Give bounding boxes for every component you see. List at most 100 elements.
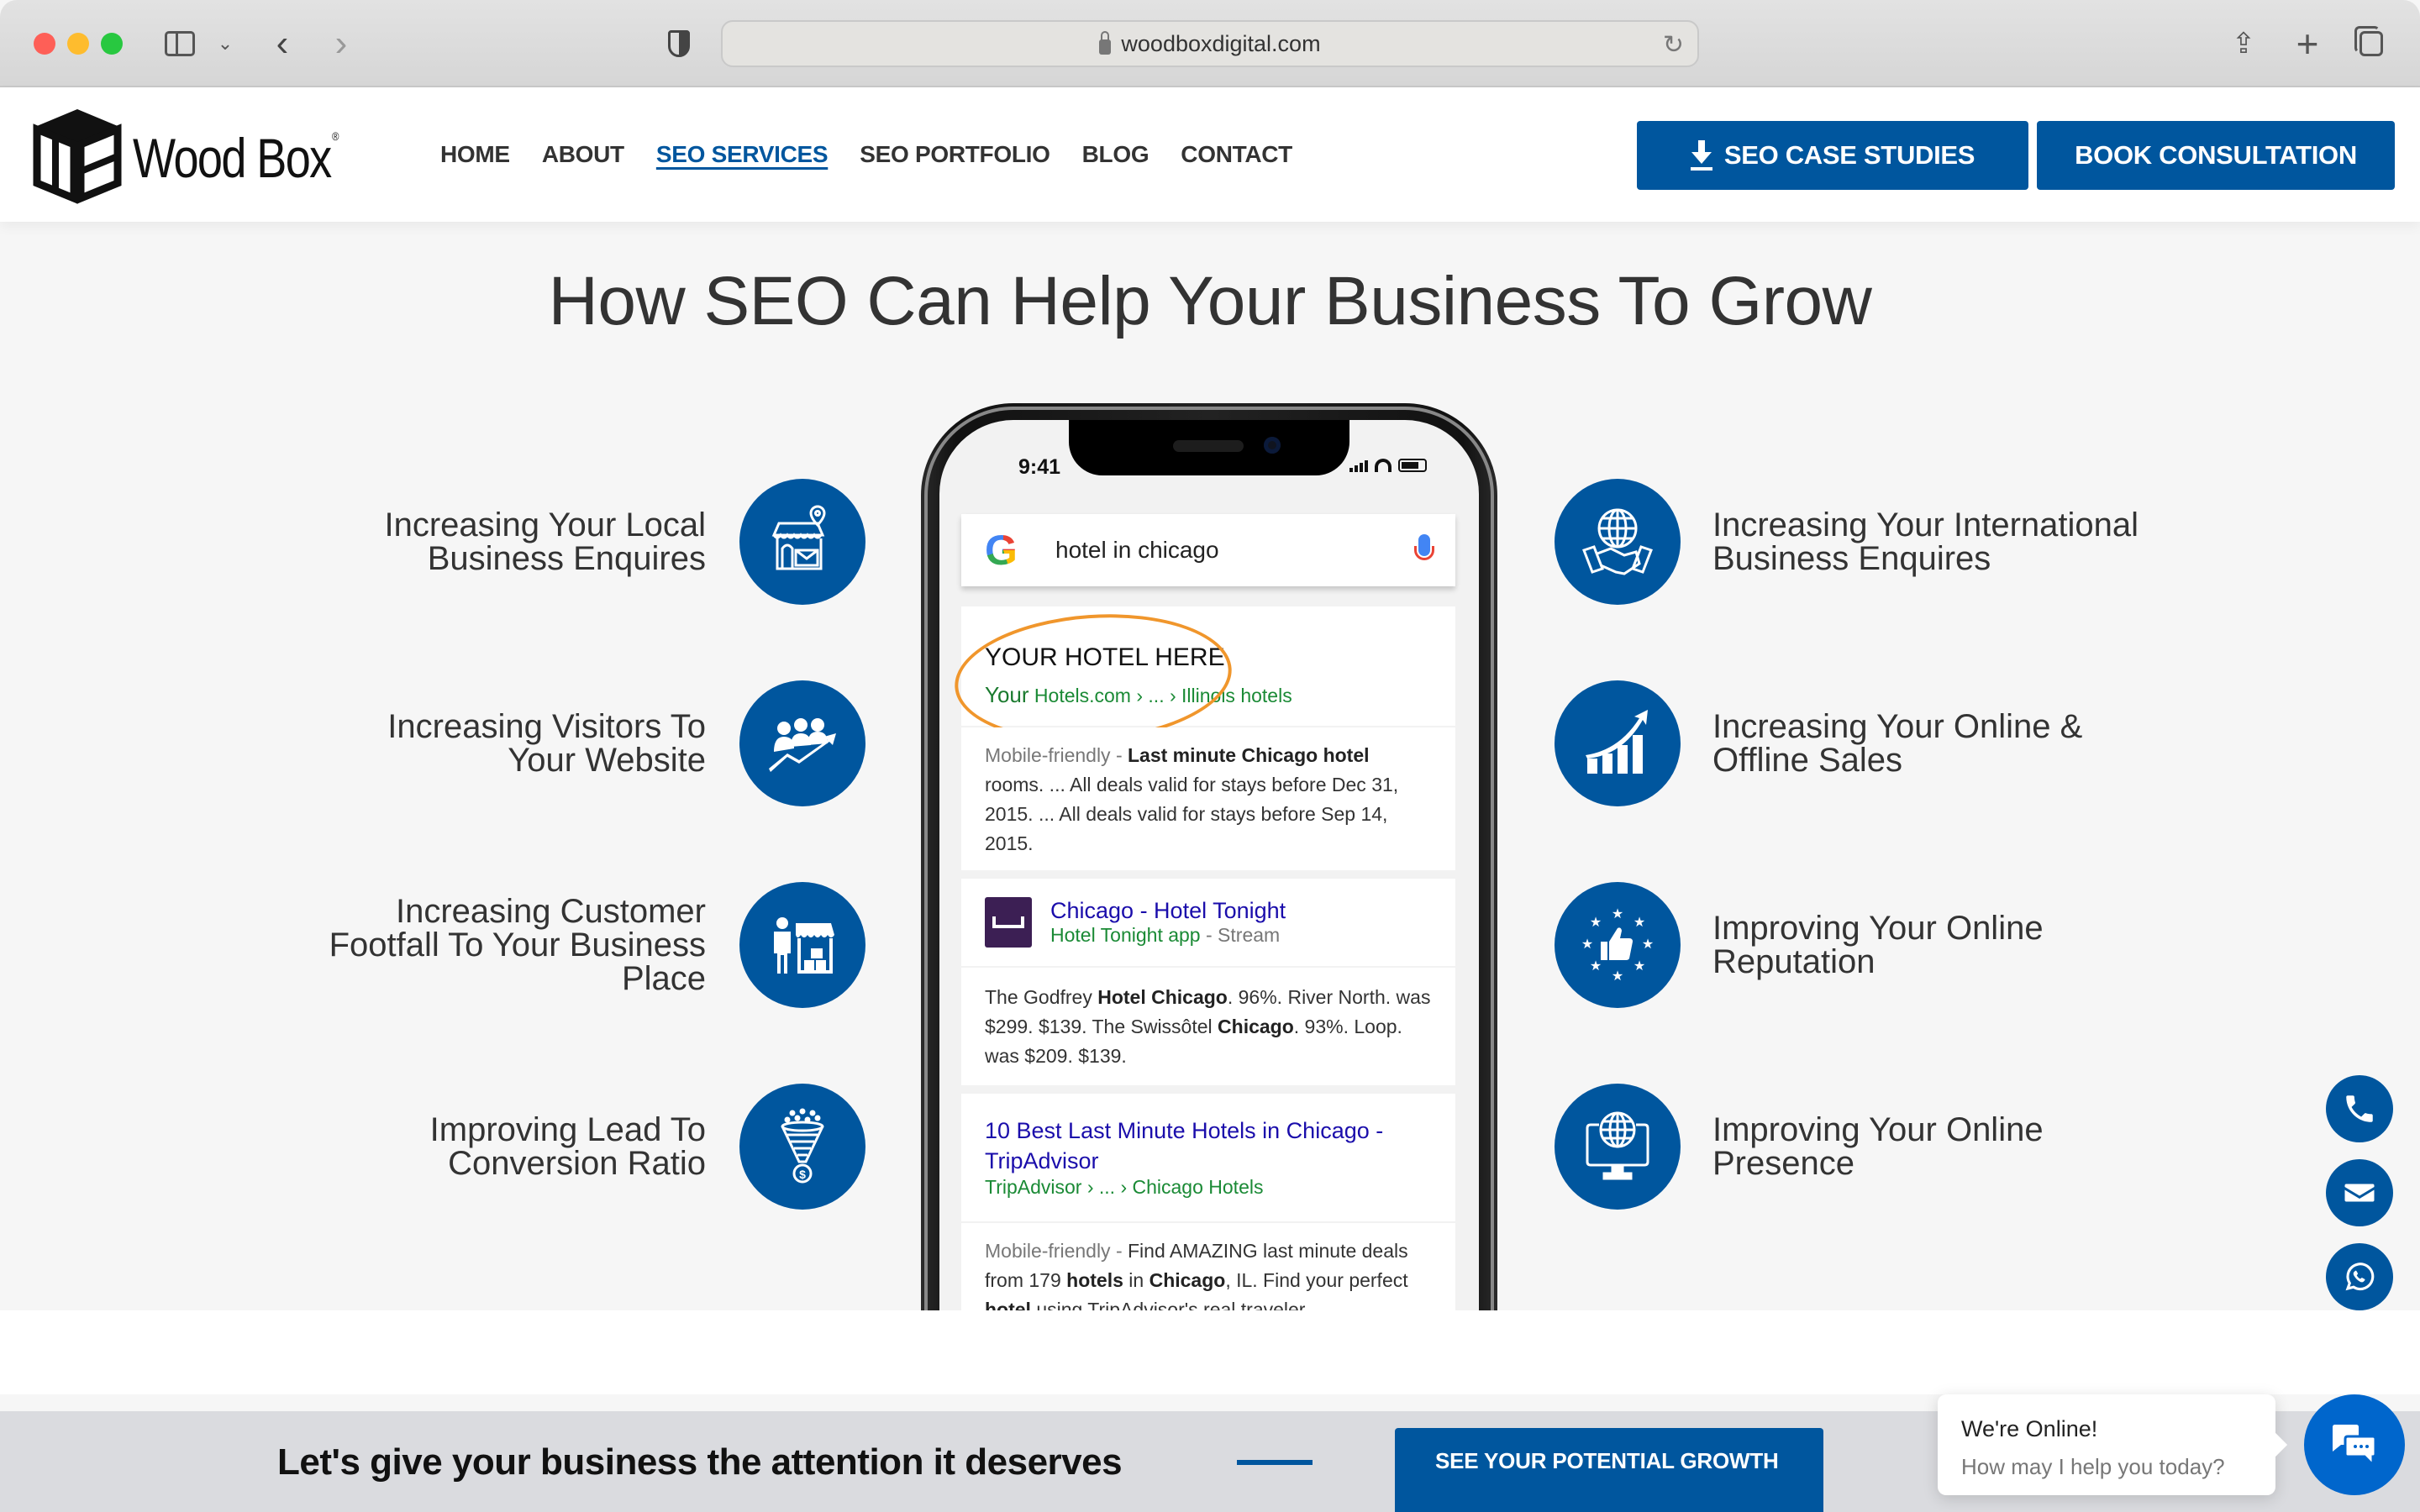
local-store-icon	[739, 479, 865, 605]
feature-label: Improving Your Online Presence	[1712, 1111, 2044, 1182]
minimize-window-button[interactable]	[67, 33, 89, 55]
section-title: How SEO Can Help Your Business To Grow	[548, 263, 1872, 339]
logo-text: Wood Box ®	[133, 127, 339, 189]
search-result-highlighted: YOUR HOTEL HERE Your Hotels.com › ... › …	[950, 605, 1455, 751]
visitors-growth-icon	[739, 680, 865, 806]
chevron-down-icon[interactable]: ⌄	[215, 25, 235, 62]
seo-case-studies-label: SEO CASE STUDIES	[1723, 140, 1975, 170]
nav-seo-services[interactable]: SEO SERVICES	[656, 141, 829, 168]
search-result-app: Chicago - Hotel Tonight Hotel Tonight ap…	[961, 879, 1455, 966]
site-header: Wood Box ® HOME ABOUT SEO SERVICES SEO PO…	[0, 87, 2420, 222]
chat-greeting-bubble[interactable]: We're Online! How may I help you today?	[1938, 1394, 2275, 1495]
svg-text:★: ★	[1642, 936, 1654, 952]
feature-local-enquiries: Increasing Your Local Business Enquires	[384, 479, 865, 605]
phone-mockup: 9:41 G hotel in chicago YOUR HOTEL HERE …	[921, 403, 1497, 1344]
microphone-icon	[1414, 534, 1434, 560]
battery-icon	[1398, 459, 1427, 472]
svg-text:★: ★	[1590, 958, 1602, 974]
address-bar[interactable]: woodboxdigital.com ↻	[721, 20, 1699, 67]
google-logo-icon: G	[985, 526, 1022, 575]
online-presence-monitor-icon	[1555, 1084, 1681, 1210]
sidebar-toggle-button[interactable]	[163, 25, 197, 62]
section-spacer	[0, 1310, 2420, 1394]
status-time: 9:41	[1018, 455, 1061, 479]
privacy-shield-icon[interactable]	[664, 25, 694, 62]
conversion-funnel-icon: $	[739, 1084, 865, 1210]
seo-case-studies-button[interactable]: SEO CASE STUDIES	[1637, 121, 2028, 190]
result-snippet: Mobile-friendly - Last minute Chicago ho…	[961, 727, 1455, 870]
close-window-button[interactable]	[34, 33, 55, 55]
feature-online-offline-sales: Increasing Your Online & Offline Sales	[1555, 680, 2082, 806]
cta-heading: Let's give your business the attention i…	[277, 1441, 1123, 1483]
feature-online-presence: Improving Your Online Presence	[1555, 1084, 2044, 1210]
search-result-tripadvisor: 10 Best Last Minute Hotels in Chicago - …	[961, 1094, 1455, 1221]
result-title: YOUR HOTEL HERE	[985, 643, 1225, 671]
wifi-icon	[1375, 459, 1392, 472]
feature-label: Increasing Your Online & Offline Sales	[1712, 708, 2083, 779]
nav-blog[interactable]: BLOG	[1082, 141, 1150, 168]
seo-benefits-section: How SEO Can Help Your Business To Grow I…	[0, 222, 2420, 1344]
forward-button[interactable]: ›	[326, 23, 356, 64]
tabs-icon	[2354, 26, 2383, 56]
email-button[interactable]	[2326, 1159, 2393, 1226]
feature-website-visitors: Increasing Visitors To Your Website	[387, 680, 865, 806]
sales-chart-icon	[1555, 680, 1681, 806]
open-chat-button[interactable]	[2304, 1394, 2405, 1495]
result-url: Your Hotels.com › ... › Illinois hotels	[985, 682, 1292, 707]
new-tab-button[interactable]: +	[2292, 22, 2323, 66]
nav-home[interactable]: HOME	[440, 141, 510, 168]
result-snippet: The Godfrey Hotel Chicago. 96%. River No…	[961, 968, 1455, 1085]
sidebar-icon	[165, 31, 195, 56]
feature-label: Increasing Your Local Business Enquires	[384, 507, 707, 577]
book-consultation-button[interactable]: BOOK CONSULTATION	[2037, 121, 2395, 190]
result-title: 10 Best Last Minute Hotels in Chicago - …	[985, 1118, 1384, 1173]
back-button[interactable]: ‹	[267, 23, 297, 64]
see-potential-growth-button[interactable]: SEE YOUR POTENTIAL GROWTH	[1395, 1428, 1823, 1512]
download-icon	[1690, 140, 1712, 171]
call-button[interactable]	[2326, 1075, 2393, 1142]
feature-label: Increasing Customer Footfall To Your Busi…	[329, 893, 706, 997]
feature-online-reputation: ★ ★ ★ ★ ★ ★ ★ ★ Improving Your Online Reputatio…	[1555, 882, 2044, 1008]
feature-international-enquiries: Increasing Your International Business En…	[1555, 479, 2139, 605]
nav-contact[interactable]: CONTACT	[1181, 141, 1292, 168]
phone-notch	[1069, 420, 1349, 475]
cta-divider	[1237, 1460, 1313, 1465]
feature-lead-conversion: $ Improving Lead To Conversion Ratio	[430, 1084, 865, 1210]
customer-footfall-icon	[739, 882, 865, 1008]
status-icons	[1349, 459, 1427, 472]
svg-text:$: $	[799, 1168, 806, 1181]
lock-icon	[1099, 31, 1112, 55]
feature-label: Improving Lead To Conversion Ratio	[429, 1111, 706, 1182]
phone-screen: 9:41 G hotel in chicago YOUR HOTEL HERE …	[939, 420, 1479, 1344]
share-icon[interactable]: ⇪	[2228, 25, 2259, 62]
feature-customer-footfall: Increasing Customer Footfall To Your Busi…	[329, 882, 865, 1008]
result-url: TripAdvisor › ... › Chicago Hotels	[985, 1176, 1264, 1198]
browser-toolbar: ⌄ ‹ › woodboxdigital.com ↻ ⇪ +	[0, 0, 2420, 87]
whatsapp-icon	[2345, 1263, 2375, 1291]
reload-icon[interactable]: ↻	[1663, 30, 1684, 60]
nav-about[interactable]: ABOUT	[542, 141, 624, 168]
tab-overview-button[interactable]	[2354, 25, 2388, 62]
svg-text:★: ★	[1581, 936, 1593, 952]
globe-handshake-icon	[1555, 479, 1681, 605]
nav-seo-portfolio[interactable]: SEO PORTFOLIO	[860, 141, 1050, 168]
google-search-box: G hotel in chicago	[961, 514, 1455, 586]
logo[interactable]: Wood Box ®	[27, 104, 374, 205]
url-text: woodboxdigital.com	[1121, 30, 1321, 56]
envelope-icon	[2344, 1184, 2375, 1202]
main-nav: HOME ABOUT SEO SERVICES SEO PORTFOLIO BL…	[440, 141, 1292, 168]
svg-text:★: ★	[1634, 914, 1645, 930]
search-query: hotel in chicago	[1055, 537, 1219, 563]
hotel-tonight-app-icon	[985, 897, 1032, 948]
svg-text:★: ★	[1634, 958, 1645, 974]
feature-label: Increasing Visitors To Your Website	[387, 708, 706, 779]
chat-bubbles-icon	[2333, 1425, 2377, 1468]
result-source: Hotel Tonight app - Stream	[1050, 924, 1281, 946]
signal-icon	[1349, 460, 1368, 472]
maximize-window-button[interactable]	[101, 33, 123, 55]
feature-label: Improving Your Online Reputation	[1712, 910, 2044, 980]
svg-text:★: ★	[1590, 914, 1602, 930]
reputation-thumbs-up-icon: ★ ★ ★ ★ ★ ★ ★ ★	[1555, 882, 1681, 1008]
whatsapp-button[interactable]	[2326, 1243, 2393, 1310]
chat-title: We're Online!	[1961, 1416, 2098, 1441]
